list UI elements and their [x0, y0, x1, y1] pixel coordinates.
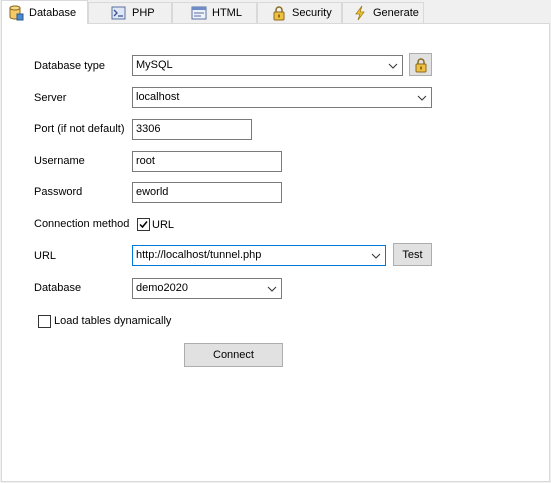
checkmark-icon — [139, 221, 148, 229]
tab-database-label: Database — [29, 6, 77, 19]
chevron-down-icon — [417, 95, 427, 101]
tab-security-label: Security — [292, 7, 332, 19]
php-icon — [111, 5, 127, 21]
chevron-down-icon — [371, 253, 381, 259]
password-field[interactable]: eworld — [132, 182, 282, 203]
connection-method-label: Connection method — [34, 218, 130, 230]
server-label: Server — [34, 92, 67, 104]
lightning-icon — [352, 5, 368, 21]
lock-icon — [415, 57, 426, 72]
tab-php[interactable]: PHP — [88, 2, 172, 23]
database-type-label: Database type — [34, 60, 105, 72]
port-field[interactable]: 3306 — [132, 119, 252, 140]
test-button[interactable]: Test — [393, 243, 432, 266]
database-label: Database — [34, 282, 82, 294]
database-panel: Database type MySQL Server localhost Por… — [1, 23, 550, 482]
database-value: demo2020 — [136, 282, 188, 294]
database-type-value: MySQL — [136, 59, 173, 71]
tab-security[interactable]: Security — [257, 2, 342, 23]
username-field[interactable]: root — [132, 151, 282, 172]
html-icon — [191, 5, 207, 21]
url-value: http://localhost/tunnel.php — [136, 249, 262, 261]
server-select[interactable]: localhost — [132, 87, 432, 108]
connection-method-option-label: URL — [152, 219, 175, 231]
lock-icon — [271, 5, 287, 21]
load-tables-checkbox[interactable] — [38, 315, 51, 328]
tab-php-label: PHP — [132, 7, 155, 19]
tab-html[interactable]: HTML — [172, 2, 257, 23]
password-label: Password — [34, 186, 83, 198]
load-tables-label: Load tables dynamically — [54, 315, 172, 327]
chevron-down-icon — [267, 286, 277, 292]
username-label: Username — [34, 155, 85, 167]
connect-button[interactable]: Connect — [184, 343, 283, 367]
tab-generate[interactable]: Generate — [342, 2, 424, 23]
connection-method-checkbox[interactable] — [137, 218, 150, 231]
url-label: URL — [34, 250, 57, 262]
database-type-select[interactable]: MySQL — [132, 55, 403, 76]
url-select[interactable]: http://localhost/tunnel.php — [132, 245, 386, 266]
database-icon — [8, 5, 24, 21]
database-select[interactable]: demo2020 — [132, 278, 282, 299]
chevron-down-icon — [388, 63, 398, 69]
port-label: Port (if not default) — [34, 123, 125, 135]
tab-strip: Database PHP HTML Security Generate — [0, 0, 551, 24]
tab-html-label: HTML — [212, 7, 242, 19]
tab-database[interactable]: Database — [1, 0, 88, 24]
database-type-lock-button[interactable] — [409, 53, 432, 76]
tab-generate-label: Generate — [373, 7, 419, 19]
server-value: localhost — [136, 91, 180, 103]
